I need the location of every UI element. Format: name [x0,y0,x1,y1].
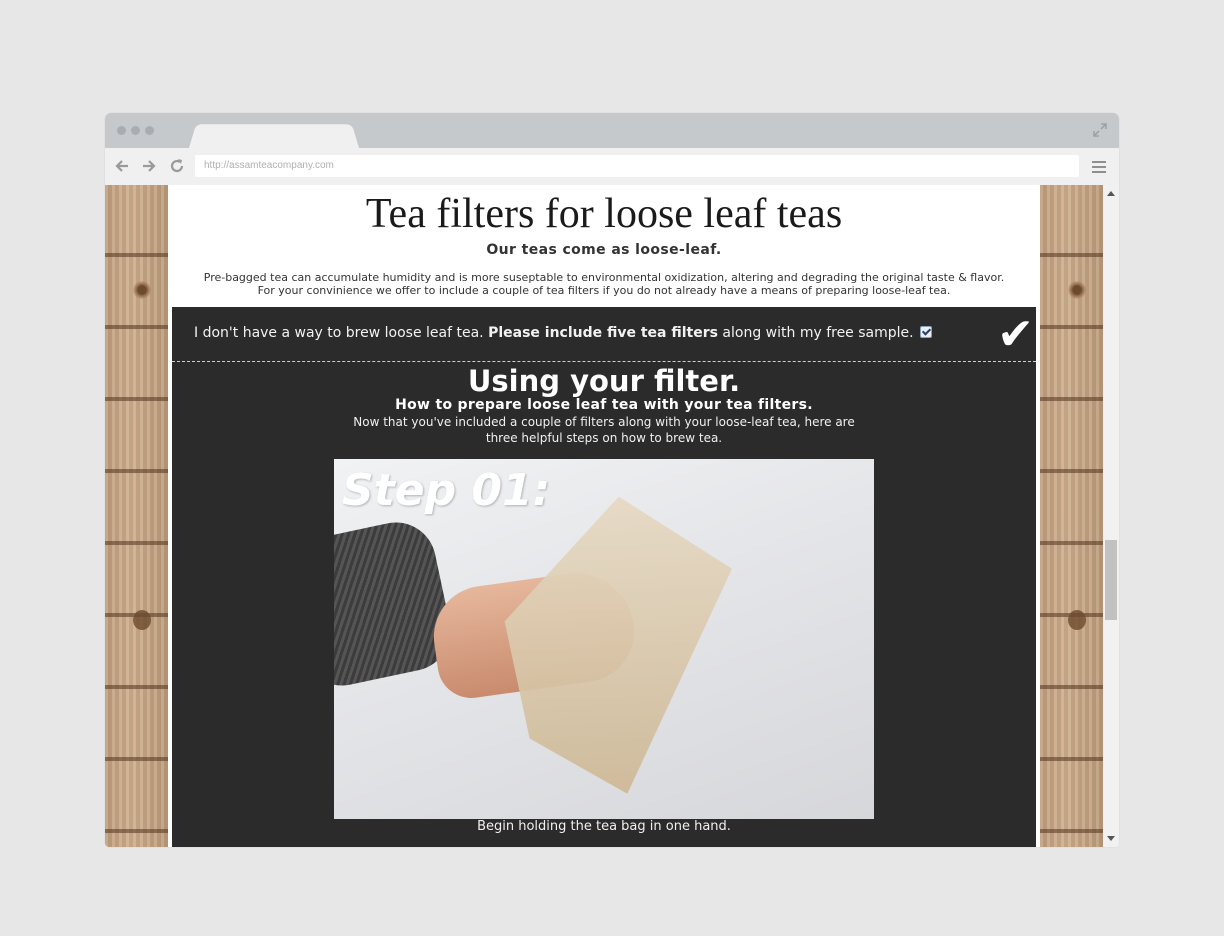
back-arrow-icon[interactable] [113,157,131,175]
intro-text: Pre-bagged tea can accumulate humidity a… [168,271,1040,297]
wood-background-right [1040,185,1103,847]
scrollbar[interactable] [1103,185,1119,847]
guide-description: Now that you've included a couple of fil… [353,415,855,445]
reload-icon[interactable] [168,157,186,175]
hamburger-menu-icon[interactable] [1092,160,1106,174]
browser-tab[interactable] [189,124,359,148]
forward-arrow-icon[interactable] [140,157,158,175]
scroll-down-arrow-icon[interactable] [1107,836,1115,841]
filter-option-row[interactable]: I don't have a way to brew loose leaf te… [172,307,1036,362]
filter-option-label[interactable]: I don't have a way to brew loose leaf te… [194,325,932,341]
page-subtitle: Our teas come as loose-leaf. [486,242,722,258]
step-label: Step 01: [342,465,551,516]
option-text-before: I don't have a way to brew loose leaf te… [194,325,489,341]
window-dot-3[interactable] [145,126,154,135]
intro-line-1: Pre-bagged tea can accumulate humidity a… [203,271,1005,284]
window-controls [117,126,154,135]
window-dot-2[interactable] [131,126,140,135]
main-content: Tea filters for loose leaf teas Our teas… [168,185,1040,847]
step-caption: Begin holding the tea bag in one hand. [477,819,731,834]
page-viewport: Tea filters for loose leaf teas Our teas… [105,185,1119,847]
scroll-thumb[interactable] [1105,540,1117,620]
filter-panel: I don't have a way to brew loose leaf te… [172,307,1036,847]
option-text-bold: Please include five tea filters [488,325,718,341]
include-filters-checkbox[interactable] [919,326,932,338]
browser-window: http://assamteacompany.com Tea filters f… [105,113,1119,847]
tab-bar [105,113,1119,148]
step-photo: Step 01: [334,459,874,819]
guide-heading: Using your filter. [467,364,741,398]
checkmark-icon: ✔ [997,309,1034,360]
scroll-up-arrow-icon[interactable] [1107,191,1115,196]
address-bar[interactable]: http://assamteacompany.com [195,155,1079,177]
option-text-after: along with my free sample. [717,325,914,341]
expand-icon[interactable] [1093,123,1107,137]
wood-background-left [105,185,168,847]
window-dot-1[interactable] [117,126,126,135]
page-title: Tea filters for loose leaf teas [365,191,843,237]
intro-line-2: For your convinience we offer to include… [257,284,951,297]
guide-subheading: How to prepare loose leaf tea with your … [395,397,813,413]
browser-toolbar: http://assamteacompany.com [105,148,1119,185]
